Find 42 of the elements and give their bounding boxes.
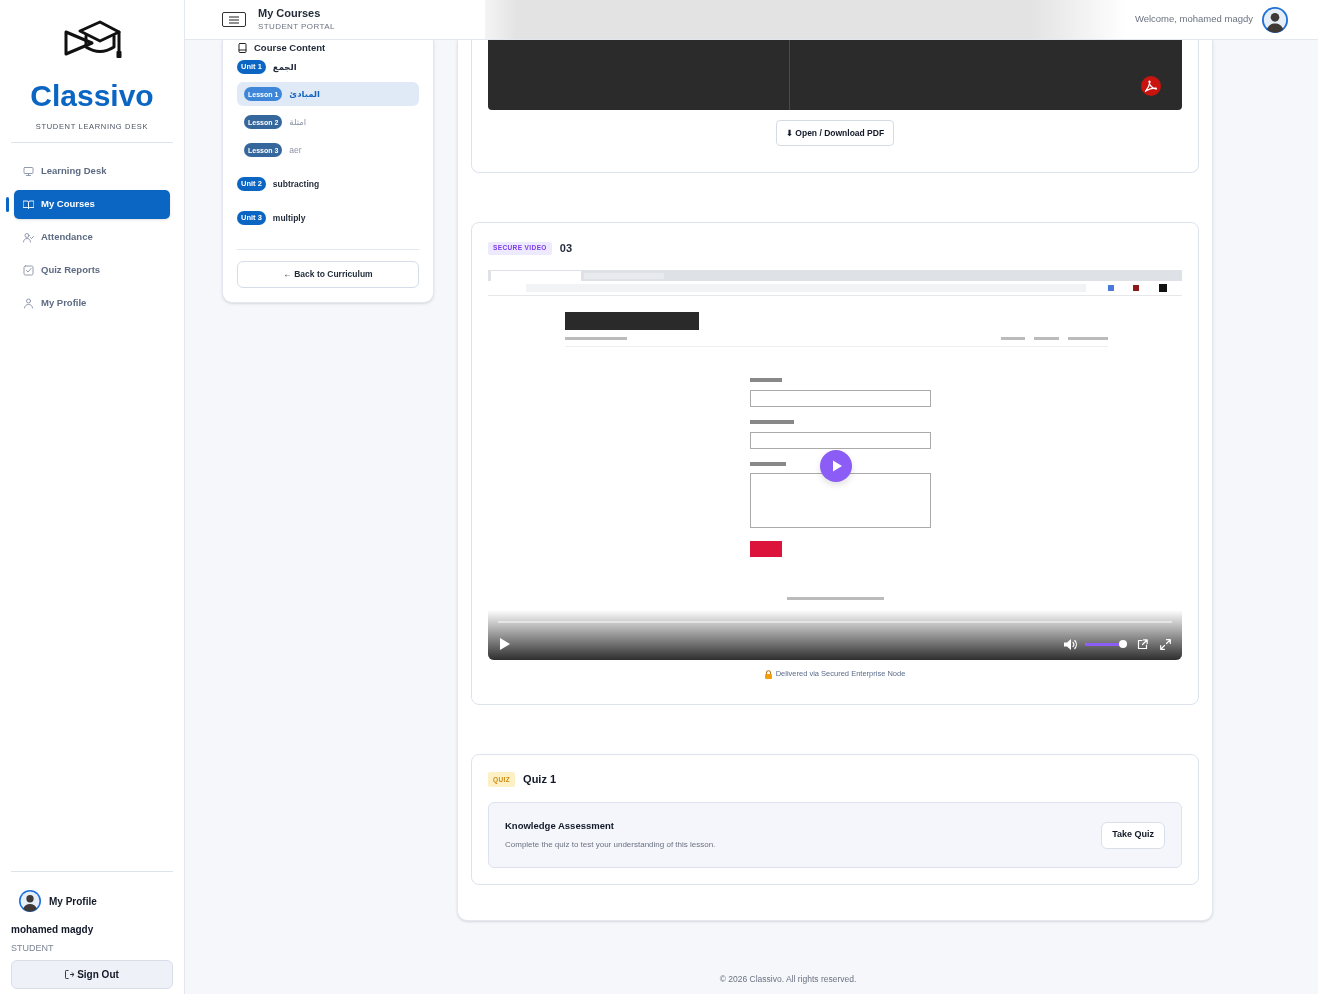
page-subtitle: STUDENT PORTAL [258,22,335,32]
profile-link[interactable]: My Profile [49,893,97,909]
lock-icon [764,669,772,679]
volume-icon[interactable] [1064,638,1077,650]
page-title: My Courses [258,7,322,20]
checkbox-icon [23,265,34,276]
user-check-icon [23,232,34,243]
brand-name: Classivo [30,80,154,112]
book-icon [23,199,34,210]
take-quiz-button[interactable]: Take Quiz [1101,821,1165,849]
avatar-icon[interactable] [1262,6,1288,33]
nav-item[interactable]: Attendance [14,223,170,252]
footer-text: © 2026 Classivo. All rights reserved. [719,974,857,984]
avatar-icon [19,890,41,912]
back-button[interactable]: ← Back to Curriculum [237,261,419,288]
nav-item[interactable]: Learning Desk [14,157,170,186]
sign-out-button[interactable]: Sign Out [11,960,173,989]
pdf-icon [1141,76,1161,96]
user-name: mohamed magdy [11,924,95,936]
menu-button[interactable] [222,12,246,27]
sign-out-icon [65,970,75,979]
open-pdf-button[interactable]: ⬇ Open / Download PDF [775,120,895,146]
quiz-description: Complete the quiz to test your understanding of this lesson. [505,840,716,850]
video-title: 03 [559,240,573,256]
fullscreen-icon[interactable] [1160,638,1171,650]
quiz-heading: Knowledge Assessment [505,820,615,832]
menu-icon [229,15,239,24]
book-icon [238,43,247,53]
user-role: STUDENT [11,943,55,953]
monitor-icon [23,166,34,177]
volume-slider[interactable] [1085,640,1127,648]
user-icon [23,298,34,309]
quiz-title: Quiz 1 [523,772,557,788]
welcome-text: Welcome, mohamed magdy [1134,12,1253,27]
nav-item[interactable]: My Courses [14,190,170,219]
volume-thumb[interactable] [1118,640,1127,648]
popout-icon[interactable] [1137,638,1148,650]
nav-item[interactable]: Quiz Reports [14,256,170,285]
nav-item[interactable]: My Profile [14,289,170,318]
play-icon[interactable] [500,638,510,650]
play-icon[interactable] [820,450,852,482]
panel-title: Course Content [254,40,326,55]
